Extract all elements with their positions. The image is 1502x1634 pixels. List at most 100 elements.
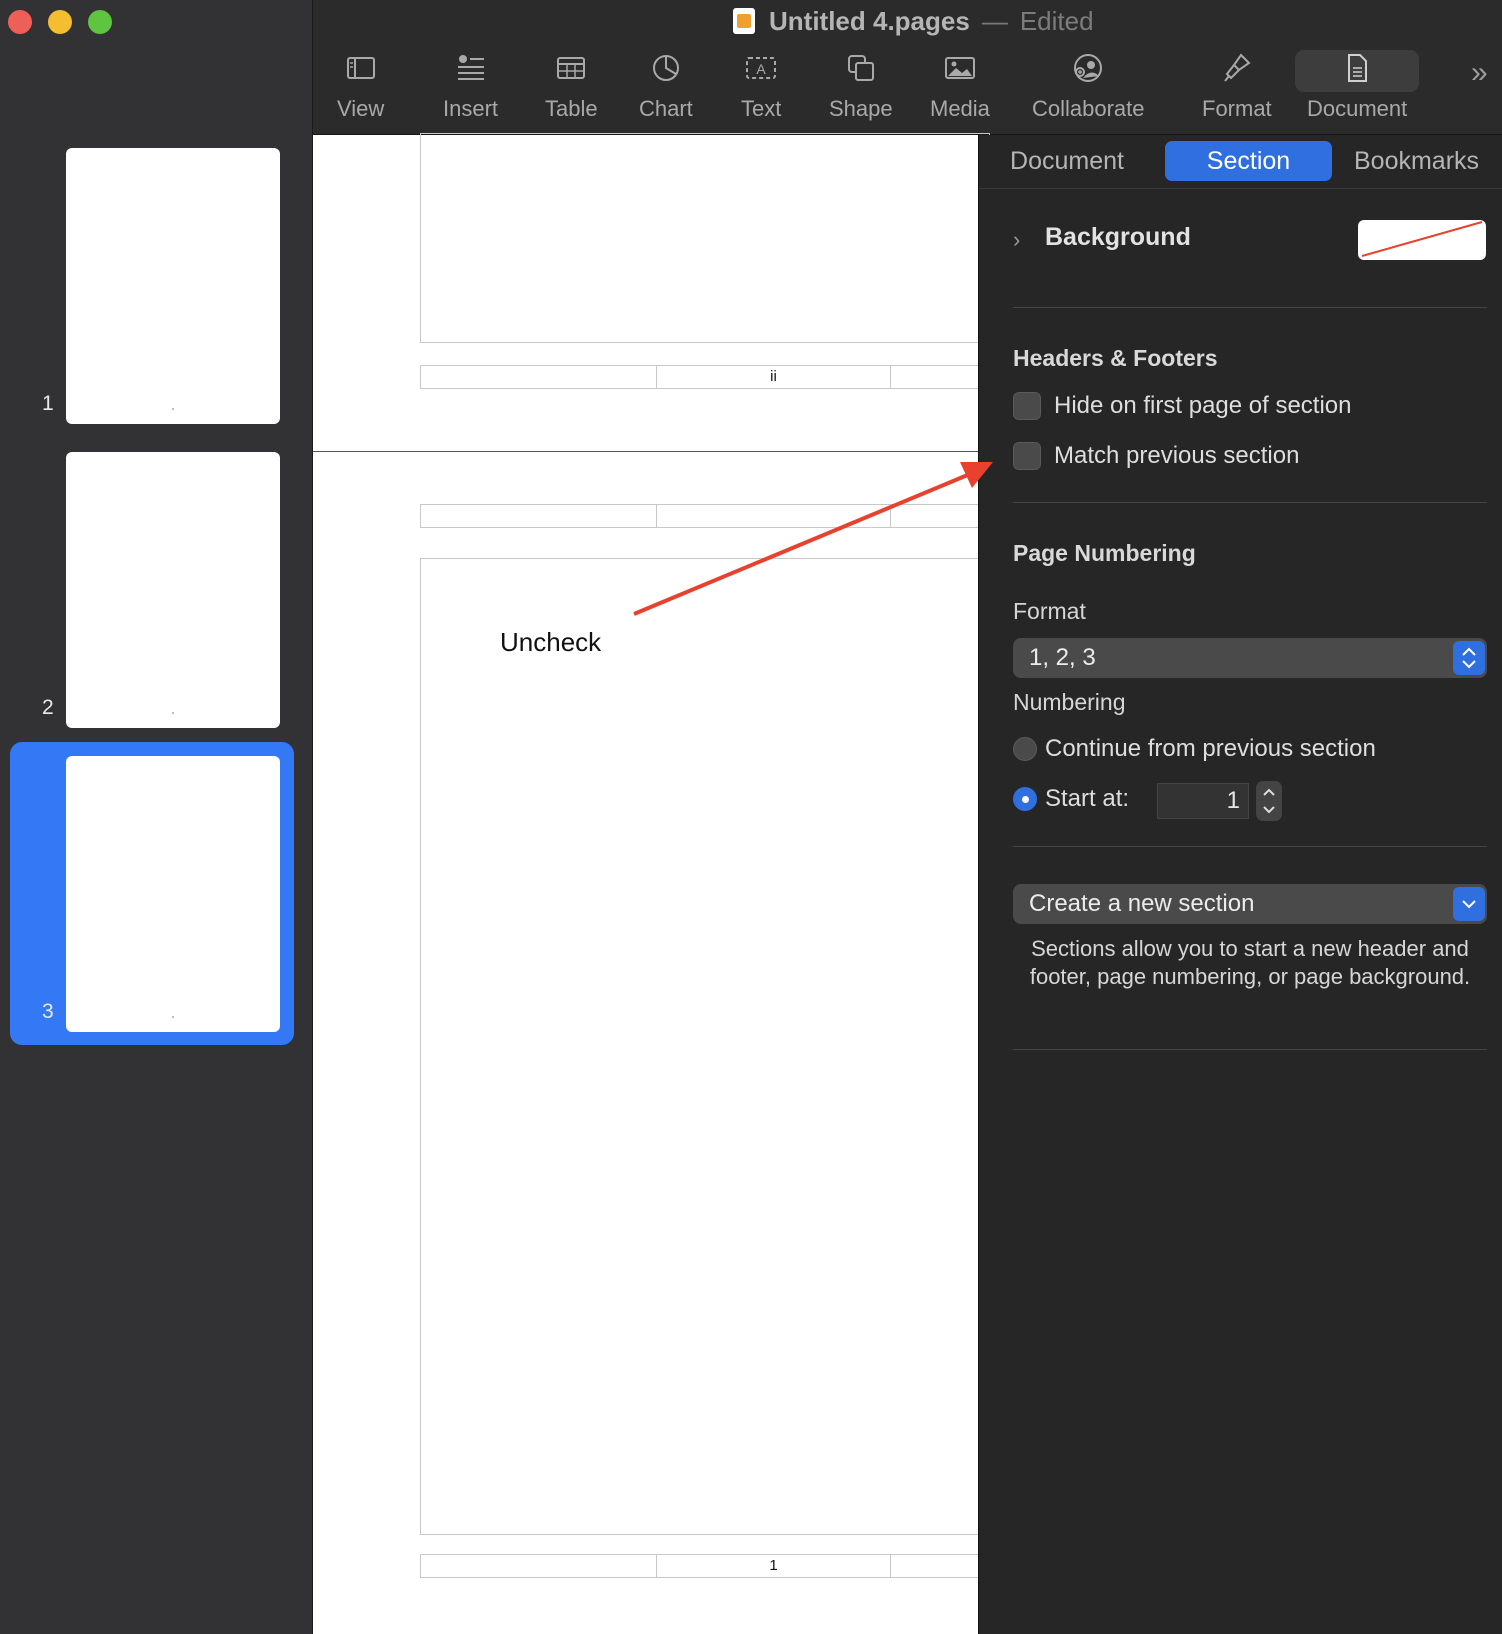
chevron-right-icon[interactable]: › xyxy=(1013,227,1020,253)
hide-first-page-row[interactable]: Hide on first page of section xyxy=(1013,392,1352,420)
page-thumbnails-sidebar: 1 2 3 xyxy=(0,0,313,1634)
zoom-window-button[interactable] xyxy=(88,10,112,34)
toolbar-label: Table xyxy=(545,96,598,121)
toolbar-label: Chart xyxy=(639,96,693,121)
divider xyxy=(1013,1049,1487,1050)
toolbar-label: Insert xyxy=(443,96,499,121)
page-thumbnail-1[interactable] xyxy=(66,148,280,424)
start-at-label[interactable]: Start at: xyxy=(1045,785,1129,813)
toolbar-insert-button[interactable]: Insert xyxy=(443,50,498,132)
header-cell[interactable] xyxy=(656,504,891,528)
toolbar-label: Format xyxy=(1202,96,1272,121)
create-section-label: Create a new section xyxy=(1029,890,1255,917)
toolbar-document-button[interactable]: Document xyxy=(1295,50,1420,132)
window-title: Untitled 4.pages — Edited xyxy=(733,6,1094,36)
toolbar-label: Media xyxy=(930,96,990,121)
toolbar-label: Text xyxy=(741,96,782,121)
minimize-window-button[interactable] xyxy=(48,10,72,34)
shape-icon xyxy=(847,55,874,81)
document-canvas[interactable]: ii 1 Uncheck xyxy=(313,133,990,1634)
footer-cell[interactable] xyxy=(420,365,657,389)
start-at-input[interactable]: 1 xyxy=(1157,783,1249,819)
page-number-label: 3 xyxy=(42,1000,54,1023)
toolbar-shape-button[interactable]: Shape xyxy=(829,50,893,132)
no-fill-icon xyxy=(1361,221,1483,257)
continue-from-previous-row[interactable]: Continue from previous section xyxy=(1013,735,1376,763)
document-icon xyxy=(1348,54,1368,82)
match-previous-checkbox[interactable] xyxy=(1013,442,1041,470)
pages-document-icon xyxy=(733,8,755,34)
match-previous-label[interactable]: Match previous section xyxy=(1054,442,1299,470)
toolbar-chart-button[interactable]: Chart xyxy=(639,50,693,132)
hide-first-page-checkbox[interactable] xyxy=(1013,392,1041,420)
stepper-arrows-icon xyxy=(1263,788,1275,814)
page-numbering-title: Page Numbering xyxy=(1013,540,1196,566)
toolbar: Untitled 4.pages — Edited View Insert Ta… xyxy=(313,0,1502,135)
section-help-text: Sections allow you to start a new header… xyxy=(1029,936,1471,989)
inspector-tabs: Document Section Bookmarks xyxy=(979,135,1502,189)
toolbar-view-button[interactable]: View xyxy=(337,50,384,132)
background-color-well[interactable] xyxy=(1358,220,1486,260)
tab-bookmarks[interactable]: Bookmarks xyxy=(1354,141,1502,181)
inspector-panel: Document Section Bookmarks › Background … xyxy=(978,135,1502,1634)
header-cell[interactable] xyxy=(890,504,990,528)
close-window-button[interactable] xyxy=(8,10,32,34)
insert-icon xyxy=(457,55,484,80)
divider xyxy=(1013,307,1487,308)
header-cell[interactable] xyxy=(420,504,657,528)
chart-icon xyxy=(652,55,679,81)
format-label: Format xyxy=(1013,598,1086,624)
footer-page-number[interactable]: 1 xyxy=(656,1554,891,1578)
continue-from-previous-label[interactable]: Continue from previous section xyxy=(1045,735,1376,763)
svg-text:A: A xyxy=(757,61,767,77)
divider xyxy=(1013,846,1487,847)
title-separator: — xyxy=(981,5,1008,36)
match-previous-row[interactable]: Match previous section xyxy=(1013,442,1299,470)
table-icon xyxy=(557,57,586,79)
background-label[interactable]: Background xyxy=(1045,223,1191,252)
divider xyxy=(1013,502,1487,503)
start-at-stepper[interactable] xyxy=(1256,781,1282,821)
start-at-row[interactable]: Start at: xyxy=(1013,785,1129,813)
footer-cell[interactable] xyxy=(890,1554,990,1578)
format-value: 1, 2, 3 xyxy=(1029,644,1096,671)
toolbar-table-button[interactable]: Table xyxy=(545,50,598,132)
continue-from-previous-radio[interactable] xyxy=(1013,737,1037,761)
page-thumbnail-3[interactable] xyxy=(66,756,280,1032)
page-thumbnail-2[interactable] xyxy=(66,452,280,728)
page-body-area[interactable] xyxy=(420,558,990,1535)
tab-section[interactable]: Section xyxy=(1165,141,1332,181)
text-box-icon: A xyxy=(746,57,777,79)
toolbar-collaborate-button[interactable]: Collaborate xyxy=(1032,50,1145,132)
page-number-label: 1 xyxy=(42,392,54,415)
more-toolbar-items-chevron-icon[interactable]: » xyxy=(1471,56,1488,90)
toolbar-label: View xyxy=(337,96,385,121)
footer-page-number[interactable]: ii xyxy=(656,365,891,389)
footer-cell[interactable] xyxy=(890,365,990,389)
toolbar-label: Collaborate xyxy=(1032,96,1145,121)
document-name: Untitled 4.pages xyxy=(769,5,970,36)
page-body-area[interactable] xyxy=(420,133,990,343)
footer-cell[interactable] xyxy=(420,1554,657,1578)
up-down-arrows-icon xyxy=(1453,641,1485,675)
collaborate-icon xyxy=(1074,54,1103,82)
tab-document[interactable]: Document xyxy=(993,141,1141,181)
chevron-down-icon xyxy=(1453,887,1485,921)
toolbar-format-button[interactable]: Format xyxy=(1202,50,1272,132)
hide-first-page-label[interactable]: Hide on first page of section xyxy=(1054,392,1352,420)
toolbar-media-button[interactable]: Media xyxy=(930,50,990,132)
format-popup[interactable]: 1, 2, 3 xyxy=(1013,638,1487,678)
edited-status: Edited xyxy=(1019,5,1094,36)
image-icon xyxy=(944,57,975,79)
toolbar-text-button[interactable]: A Text xyxy=(741,50,781,132)
create-section-popup[interactable]: Create a new section xyxy=(1013,884,1487,924)
paintbrush-icon xyxy=(1224,53,1251,82)
page-number-label: 2 xyxy=(42,696,54,719)
headers-footers-title: Headers & Footers xyxy=(1013,345,1218,371)
sidebar-icon xyxy=(346,57,375,79)
toolbar-label: Shape xyxy=(829,96,893,121)
page-separator xyxy=(313,451,978,452)
annotation-text: Uncheck xyxy=(500,627,602,657)
start-at-radio[interactable] xyxy=(1013,787,1037,811)
toolbar-label: Document xyxy=(1307,96,1408,121)
